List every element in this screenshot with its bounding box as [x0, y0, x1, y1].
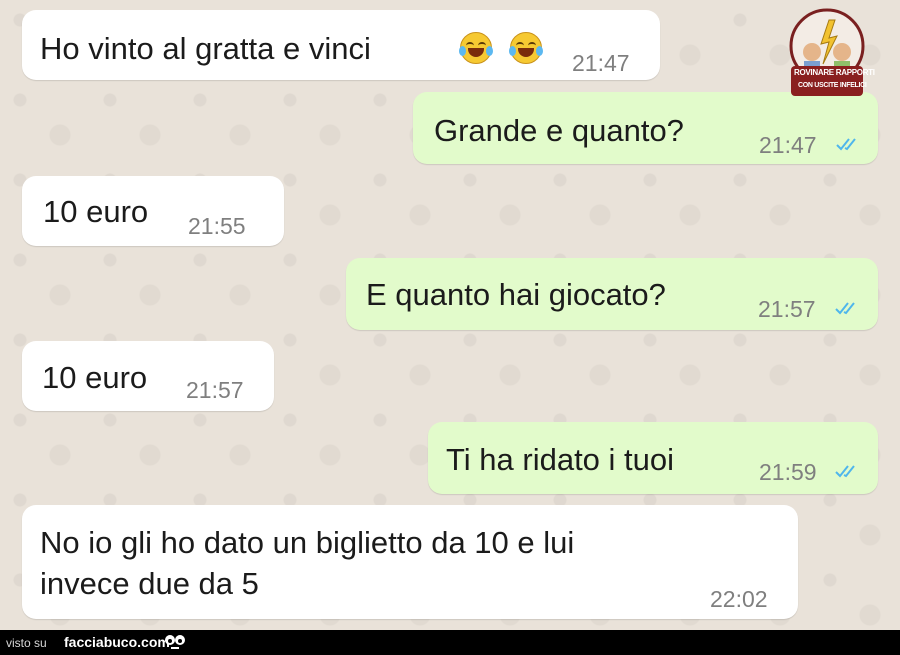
laughing-emoji-icon: [459, 32, 493, 64]
laughing-emoji-icon: [509, 32, 543, 64]
watermark-text-line-1: ROVINARE RAPPORTI: [794, 68, 875, 77]
message-bubble-incoming[interactable]: 10 euro 21:55: [22, 176, 284, 246]
message-time: 21:47: [759, 132, 817, 158]
message-text: 10 euro: [42, 360, 148, 395]
message-bubble-incoming[interactable]: Ho vinto al gratta e vinci 21:47: [22, 10, 660, 80]
message-time: 21:47: [572, 50, 630, 76]
watermark-logo: [789, 8, 865, 96]
site-mascot-icon: [165, 635, 185, 649]
message-bubble-outgoing[interactable]: E quanto hai giocato? 21:57: [346, 258, 878, 330]
footer-prefix: visto su: [6, 636, 47, 650]
message-bubble-incoming[interactable]: No io gli ho dato un biglietto da 10 e l…: [22, 505, 798, 619]
read-receipt-icon: [835, 302, 855, 315]
message-text: 10 euro: [43, 194, 149, 229]
message-text-line-1: No io gli ho dato un biglietto da 10 e l…: [40, 525, 575, 560]
chat-area: Ho vinto al gratta e vinci 21:47 Grande …: [0, 0, 900, 630]
message-bubble-outgoing[interactable]: Ti ha ridato i tuoi 21:59: [428, 422, 878, 494]
message-time: 22:02: [710, 586, 768, 612]
message-time: 21:59: [759, 459, 817, 485]
message-bubble-incoming[interactable]: 10 euro 21:57: [22, 341, 274, 411]
message-text: Ti ha ridato i tuoi: [446, 442, 675, 477]
read-receipt-icon: [835, 465, 855, 478]
read-receipt-icon: [836, 138, 856, 151]
message-time: 21:57: [758, 296, 816, 322]
message-text: Grande e quanto?: [434, 113, 684, 148]
message-text-line-2: invece due da 5: [40, 566, 259, 601]
message-text: Ho vinto al gratta e vinci: [40, 31, 371, 66]
footer-site-link[interactable]: facciabuco.com: [64, 634, 170, 650]
watermark-text-line-2: CON USCITE INFELICI: [798, 82, 867, 89]
message-time: 21:55: [188, 213, 246, 239]
message-text: E quanto hai giocato?: [366, 277, 666, 312]
footer-bar: visto su facciabuco.com: [0, 630, 900, 655]
message-time: 21:57: [186, 377, 244, 403]
